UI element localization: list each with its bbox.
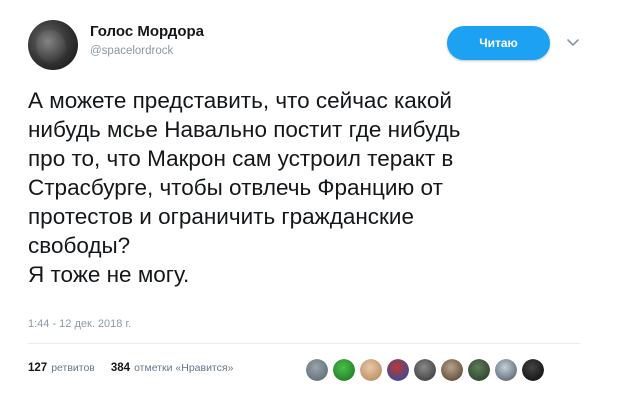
liker-avatar[interactable] <box>468 359 490 381</box>
chevron-down-icon[interactable] <box>566 38 580 48</box>
tweet-text: А можете представить, что сейчас какой н… <box>28 88 461 287</box>
liker-avatar[interactable] <box>387 359 409 381</box>
liker-avatar[interactable] <box>522 359 544 381</box>
liker-avatar[interactable] <box>306 359 328 381</box>
divider <box>28 343 580 344</box>
follow-button[interactable]: Читаю <box>447 26 550 60</box>
liker-avatar-image <box>306 359 328 381</box>
liker-avatar-image <box>468 359 490 381</box>
liker-avatar[interactable] <box>495 359 517 381</box>
tweet-timestamp[interactable]: 1:44 - 12 дек. 2018 г. <box>28 318 131 330</box>
liker-avatar-image <box>333 359 355 381</box>
retweets-count[interactable]: 127 <box>28 362 47 374</box>
liker-avatar[interactable] <box>360 359 382 381</box>
author-handle[interactable]: @spacelordrock <box>90 45 173 57</box>
likes-count[interactable]: 384 <box>111 362 130 374</box>
liker-avatar[interactable] <box>414 359 436 381</box>
likes-label[interactable]: отметки «Нравится» <box>134 362 233 374</box>
liker-avatar-image <box>387 359 409 381</box>
tweet-card: Голос Мордора @spacelordrock Читаю А мож… <box>0 0 620 402</box>
tweet-stats: 127 ретвитов 384 отметки «Нравится» <box>28 362 233 374</box>
avatar[interactable] <box>28 20 78 70</box>
liker-avatar-image <box>495 359 517 381</box>
author-name[interactable]: Голос Мордора <box>90 23 204 40</box>
liker-avatar[interactable] <box>441 359 463 381</box>
liker-avatar-image <box>522 359 544 381</box>
liker-avatars <box>306 359 544 381</box>
liker-avatar-image <box>414 359 436 381</box>
liker-avatar-image <box>360 359 382 381</box>
liker-avatar-image <box>441 359 463 381</box>
avatar-shade <box>36 30 66 64</box>
liker-avatar[interactable] <box>333 359 355 381</box>
retweets-label[interactable]: ретвитов <box>51 362 95 374</box>
